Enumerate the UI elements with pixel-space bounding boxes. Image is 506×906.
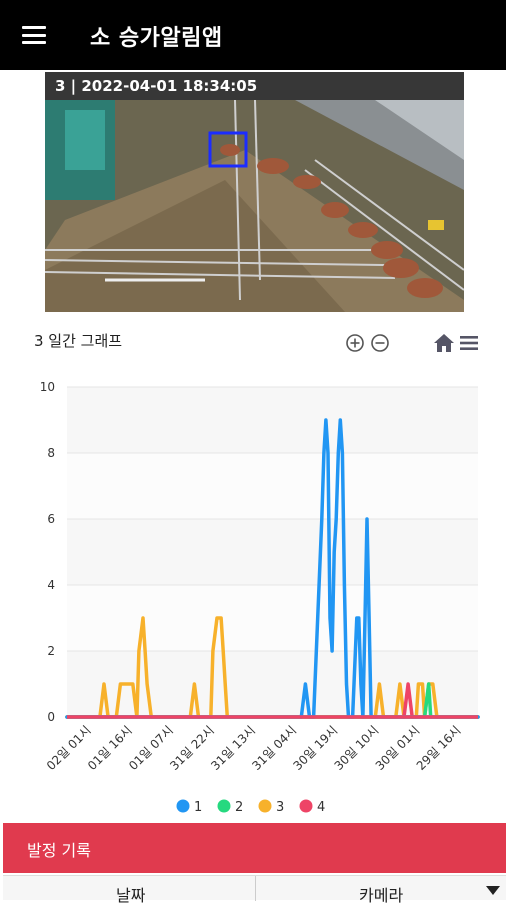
barn-image bbox=[45, 100, 464, 312]
app-title: 소 승가알림앱 bbox=[90, 26, 223, 51]
graph-title: 3 일간 그래프 bbox=[34, 332, 123, 350]
legend-marker-4 bbox=[299, 799, 313, 813]
col-header-date[interactable]: 날짜 bbox=[116, 882, 145, 906]
dropdown-arrow-icon[interactable] bbox=[486, 886, 500, 895]
record-table-header: 날짜 카메라 bbox=[3, 875, 506, 905]
y-tick-label: 8 bbox=[47, 446, 55, 460]
y-tick-label: 2 bbox=[47, 644, 55, 658]
legend-marker-2 bbox=[217, 799, 231, 813]
legend-marker-1 bbox=[176, 799, 190, 813]
hamburger-menu-icon[interactable] bbox=[22, 26, 46, 44]
col-header-camera[interactable]: 카메라 bbox=[359, 882, 403, 906]
camera-header: 3 | 2022-04-01 18:34:05 bbox=[45, 72, 464, 100]
line-chart: 024681002일 01시01일 16시01일 07시31일 22시31일 1… bbox=[40, 380, 480, 815]
chart-area: 0 2 4 6 8 10 02일 01시 01일 16시 01일 07시 31일 22시 31일 1… bbox=[0, 365, 506, 820]
y-tick-label: 6 bbox=[47, 512, 55, 526]
zoom-in-icon[interactable] bbox=[345, 333, 365, 353]
plot-band bbox=[67, 585, 478, 651]
zoom-out-icon[interactable] bbox=[370, 333, 390, 353]
legend-label-1: 1 bbox=[194, 800, 202, 815]
y-tick-label: 10 bbox=[40, 380, 55, 394]
legend-label-2: 2 bbox=[235, 800, 243, 815]
camera-snapshot[interactable]: 3 | 2022-04-01 18:34:05 bbox=[45, 72, 464, 312]
home-reset-icon[interactable] bbox=[433, 333, 455, 353]
y-tick-label: 4 bbox=[47, 578, 55, 592]
estrus-record-title: 발정 기록 bbox=[27, 841, 91, 860]
legend-marker-3 bbox=[258, 799, 272, 813]
legend-label-4: 4 bbox=[317, 800, 325, 815]
legend-label-3: 3 bbox=[276, 800, 284, 815]
y-tick-label: 0 bbox=[47, 710, 55, 724]
plot-band bbox=[67, 453, 478, 519]
estrus-record-header: 발정 기록 bbox=[3, 823, 506, 873]
x-tick-label: 29일 16시 bbox=[414, 723, 464, 773]
plot-band bbox=[67, 519, 478, 585]
column-divider bbox=[255, 876, 256, 901]
plot-band bbox=[67, 387, 478, 453]
chart-menu-icon[interactable] bbox=[459, 333, 479, 353]
app-bar: 소 승가알림앱 bbox=[0, 0, 506, 70]
